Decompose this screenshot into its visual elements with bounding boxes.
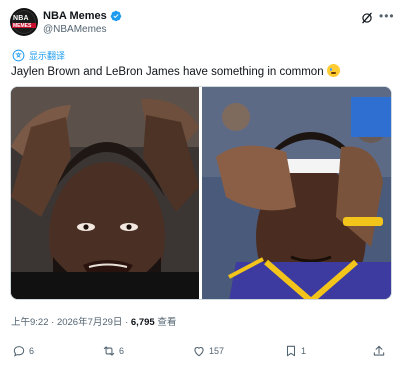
avatar[interactable]: NBA MEMES [10, 8, 38, 36]
author-name-row: NBA Memes [43, 10, 122, 22]
repost-icon [103, 346, 115, 356]
avatar-badge [12, 10, 36, 34]
meta-separator: · [51, 317, 55, 328]
media-images [11, 87, 392, 300]
bookmark-icon [286, 345, 296, 357]
like-button[interactable]: 157 [192, 344, 224, 358]
heart-icon [194, 347, 204, 357]
show-translation-button[interactable]: 显示翻译 [12, 49, 65, 62]
views-label: 查看 [157, 317, 177, 328]
reply-icon [13, 346, 25, 357]
tweet-meta: 上午9:22 · 2026年7月29日 · 6,795 查看 [11, 314, 176, 328]
crying-face-emoji [326, 64, 340, 77]
bookmark-count: 1 [301, 346, 307, 356]
reply-count: 6 [29, 346, 35, 356]
tweet-actions: 6 6 157 1 [12, 344, 388, 362]
author-handle[interactable]: @NBAMemes [43, 24, 107, 35]
tweet-media[interactable] [10, 86, 392, 300]
repost-button[interactable]: 6 [102, 344, 124, 358]
bookmark-button[interactable]: 1 [284, 344, 306, 358]
player-hands-on-head-photo[interactable] [11, 87, 199, 300]
player-holding-headband-photo[interactable] [202, 87, 392, 300]
tweet-date[interactable]: 2026年7月29日 [57, 317, 122, 328]
reply-button[interactable]: 6 [12, 344, 34, 358]
avatar-logo-text: NBA [13, 15, 29, 22]
share-icon [373, 345, 385, 356]
grok-icon[interactable] [360, 11, 374, 25]
translate-icon [12, 49, 25, 62]
more-options-icon[interactable]: ••• [379, 9, 395, 23]
tweet-text: Jaylen Brown and LeBron James have somet… [11, 64, 340, 78]
repost-count: 6 [119, 346, 125, 356]
verified-badge-icon [110, 10, 122, 22]
views-count: 6,795 [130, 317, 155, 328]
like-count: 157 [209, 346, 225, 356]
tweet-time[interactable]: 上午9:22 [11, 317, 49, 328]
avatar-logo-subtext: MEMES [13, 23, 32, 29]
tweet-text-content: Jaylen Brown and LeBron James have somet… [11, 66, 324, 78]
meta-separator-2: · [125, 317, 129, 328]
author-display-name[interactable]: NBA Memes [43, 10, 107, 22]
share-button[interactable] [372, 344, 386, 358]
show-translation-label: 显示翻译 [29, 51, 66, 61]
tweet-header: NBA MEMES NBA Memes @NBAMemes ••• [10, 8, 394, 40]
